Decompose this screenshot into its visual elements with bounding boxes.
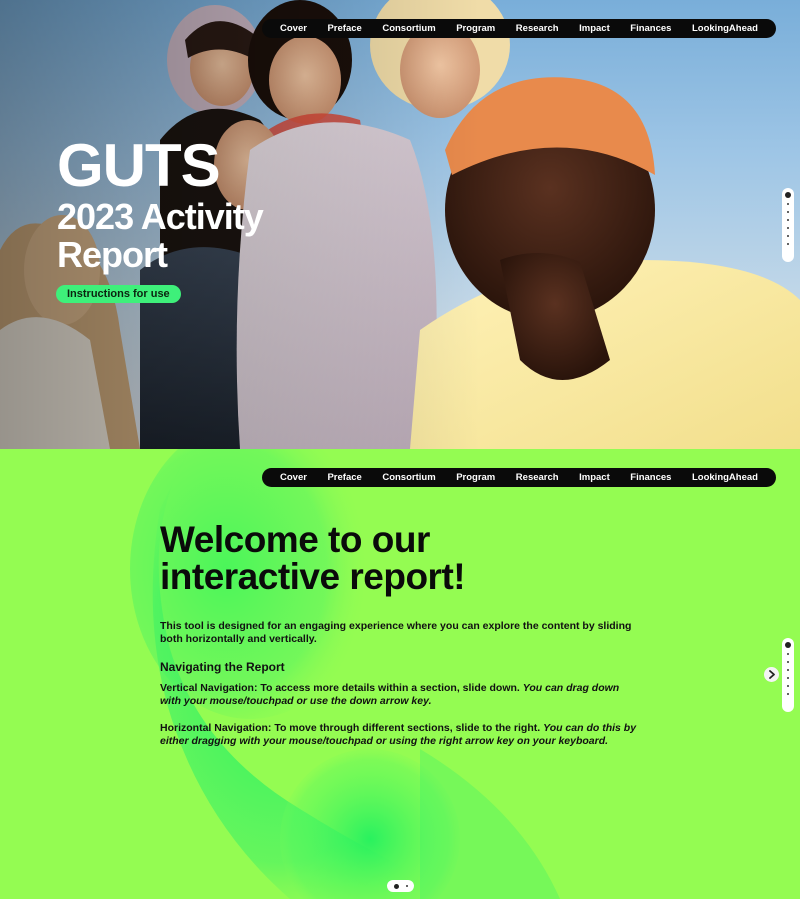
main-nav-bottom: Cover Preface Consortium Program Researc… [262, 468, 776, 487]
pager-dot-active[interactable] [785, 642, 791, 648]
pager-dot[interactable] [787, 203, 789, 205]
vertical-pager-bottom[interactable] [782, 638, 794, 712]
pager-dot[interactable] [405, 885, 408, 887]
nav-impact[interactable]: Impact [579, 23, 610, 34]
pager-dot[interactable] [787, 227, 789, 229]
nav-finances[interactable]: Finances [630, 23, 671, 34]
pager-dot[interactable] [787, 243, 789, 245]
nav-program[interactable]: Program [456, 472, 495, 483]
nav-cover[interactable]: Cover [280, 472, 307, 483]
instructions-button[interactable]: Instructions for use [56, 285, 181, 303]
horizontal-navigation-lead: Horizontal Navigation: To move through d… [160, 722, 541, 734]
nav-research[interactable]: Research [516, 23, 559, 34]
nav-consortium[interactable]: Consortium [382, 472, 435, 483]
nav-looking-ahead[interactable]: LookingAhead [692, 23, 758, 34]
welcome-heading-line2: interactive report! [160, 556, 466, 597]
title-guts: GUTS [57, 132, 221, 199]
vertical-navigation-text: Vertical Navigation: To access more deta… [160, 682, 640, 708]
next-section-button[interactable] [764, 667, 779, 682]
welcome-heading: Welcome to our interactive report! [160, 519, 466, 597]
nav-preface[interactable]: Preface [327, 472, 361, 483]
title-report: Report [57, 234, 168, 275]
nav-finances[interactable]: Finances [630, 472, 671, 483]
pager-dot[interactable] [787, 669, 789, 671]
vertical-pager-top[interactable] [782, 188, 794, 262]
nav-preface[interactable]: Preface [327, 23, 361, 34]
pager-dot[interactable] [787, 685, 789, 687]
pager-dot[interactable] [787, 653, 789, 655]
navigating-heading: Navigating the Report [160, 660, 285, 674]
main-nav-top: Cover Preface Consortium Program Researc… [262, 19, 776, 38]
nav-looking-ahead[interactable]: LookingAhead [692, 472, 758, 483]
nav-research[interactable]: Research [516, 472, 559, 483]
nav-consortium[interactable]: Consortium [382, 23, 435, 34]
hero-cover: GUTS 2023 Activity Report Instructions f… [0, 0, 800, 449]
pager-dot-active[interactable] [785, 192, 791, 198]
pager-dot[interactable] [787, 211, 789, 213]
pager-dot[interactable] [787, 235, 789, 237]
pager-dot[interactable] [787, 693, 789, 695]
title-year: 2023 Activity [57, 196, 264, 237]
pager-dot-active[interactable] [393, 883, 399, 889]
horizontal-pager[interactable] [387, 880, 414, 892]
nav-impact[interactable]: Impact [579, 472, 610, 483]
pager-dot[interactable] [787, 677, 789, 679]
welcome-heading-line1: Welcome to our [160, 519, 430, 560]
pager-dot[interactable] [787, 661, 789, 663]
vertical-navigation-lead: Vertical Navigation: To access more deta… [160, 682, 520, 694]
intro-text: This tool is designed for an engaging ex… [160, 620, 632, 645]
pager-dot[interactable] [787, 219, 789, 221]
background-shapes [130, 449, 560, 899]
chevron-right-icon [768, 670, 775, 679]
nav-program[interactable]: Program [456, 23, 495, 34]
report-title: GUTS 2023 Activity Report [57, 132, 264, 275]
nav-cover[interactable]: Cover [280, 23, 307, 34]
horizontal-navigation-text: Horizontal Navigation: To move through d… [160, 722, 640, 748]
welcome-section [0, 449, 800, 899]
